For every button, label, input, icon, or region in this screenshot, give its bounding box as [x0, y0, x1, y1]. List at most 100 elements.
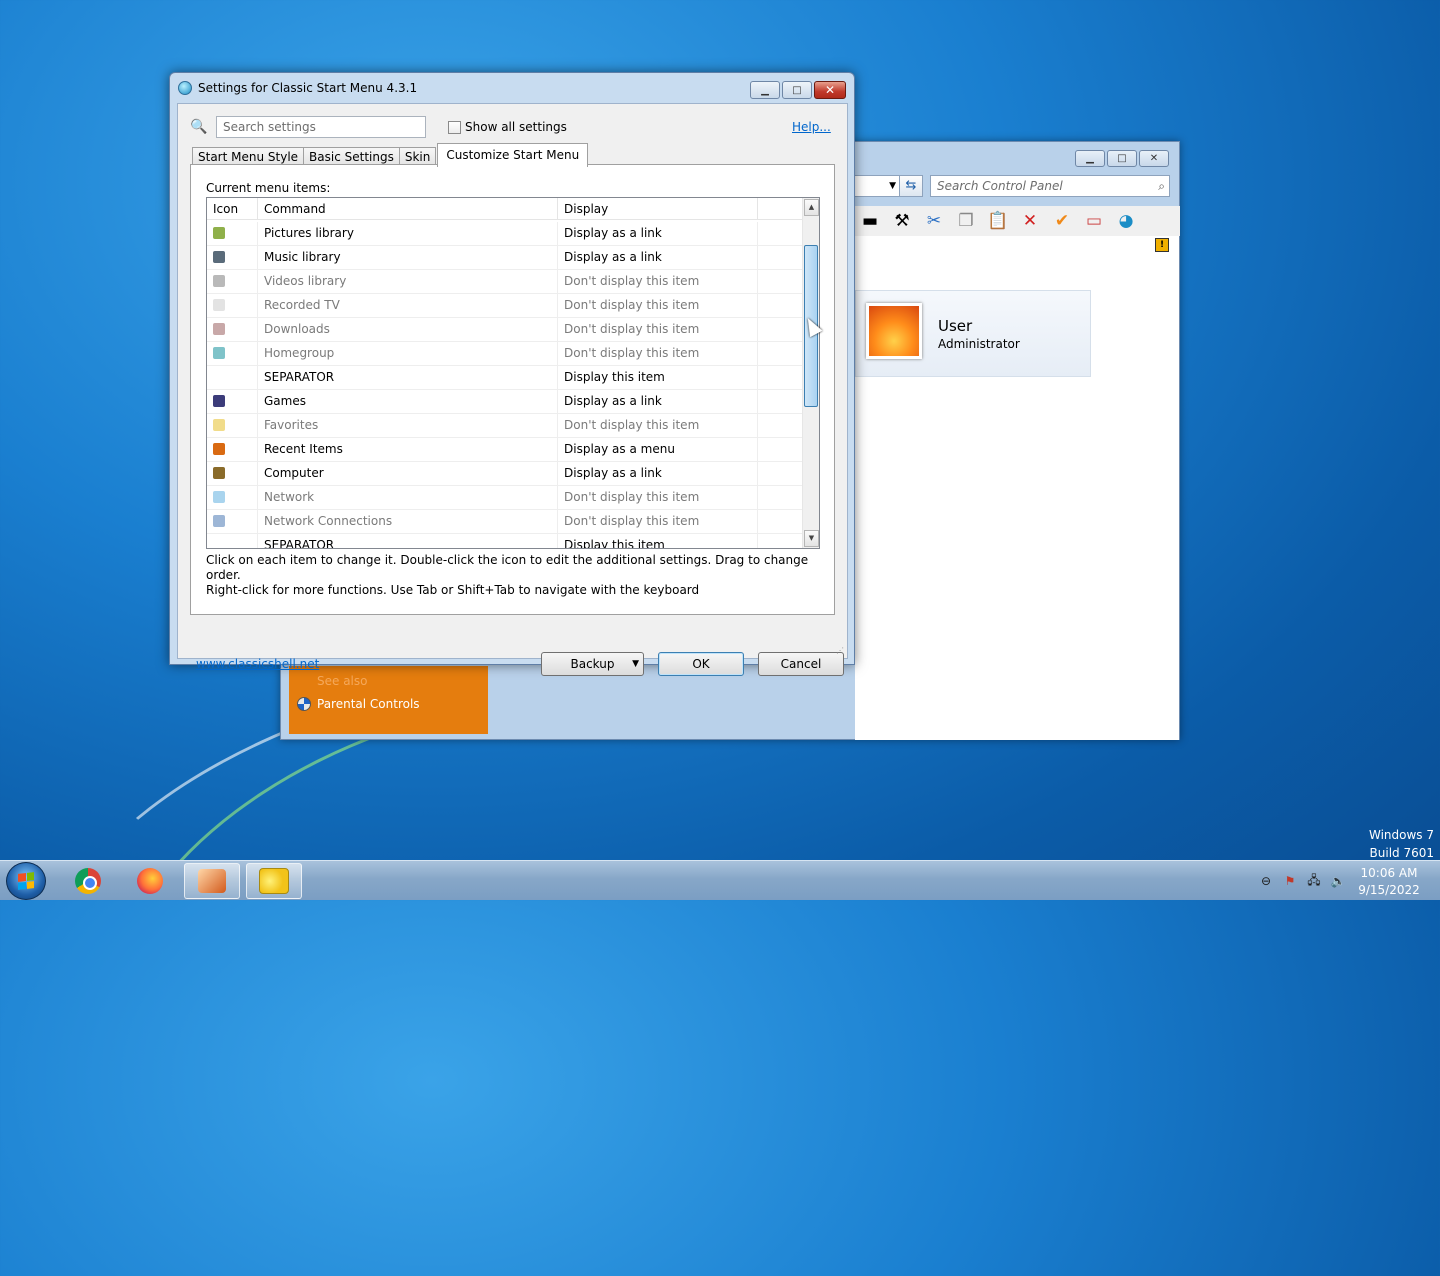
- row-command: Pictures library: [258, 222, 558, 245]
- list-item[interactable]: Downloads Don't display this item: [207, 318, 803, 342]
- cancel-button[interactable]: Cancel: [758, 652, 844, 676]
- row-icon-cell[interactable]: [207, 438, 258, 461]
- column-display[interactable]: Display: [558, 198, 758, 220]
- row-icon-cell[interactable]: [207, 222, 258, 245]
- clock-date: 9/15/2022: [1358, 883, 1420, 897]
- watermark-line-1: Windows 7: [1368, 828, 1434, 842]
- row-display: Don't display this item: [558, 318, 758, 341]
- list-item[interactable]: Homegroup Don't display this item: [207, 342, 803, 366]
- list-item[interactable]: Games Display as a link: [207, 390, 803, 414]
- cp-refresh-button[interactable]: ⇆: [899, 175, 923, 197]
- taskbar-classic-shell-settings[interactable]: [184, 863, 240, 899]
- cut-icon[interactable]: ✂: [923, 210, 945, 232]
- paste-icon[interactable]: 📋: [987, 210, 1009, 232]
- settings-dialog[interactable]: Settings for Classic Start Menu 4.3.1 ▁ …: [169, 72, 855, 676]
- copy-icon[interactable]: ❐: [955, 210, 977, 232]
- list-scrollbar[interactable]: ▲ ▼: [802, 198, 819, 548]
- cp-maximize-button[interactable]: □: [1107, 150, 1137, 167]
- clock[interactable]: 10:06 AM 9/15/2022: [1352, 865, 1426, 899]
- backup-button[interactable]: Backup ▼: [541, 652, 644, 676]
- row-icon-cell[interactable]: [207, 510, 258, 533]
- maximize-button[interactable]: □: [782, 81, 812, 99]
- list-item[interactable]: Music library Display as a link: [207, 246, 803, 270]
- row-icon-cell[interactable]: [207, 366, 258, 389]
- row-command: Computer: [258, 462, 558, 485]
- row-extra: [758, 390, 803, 413]
- row-extra: [758, 318, 803, 341]
- website-link[interactable]: www.classicshell.net: [196, 657, 319, 671]
- user-account-card[interactable]: User Administrator: [855, 290, 1091, 377]
- row-icon-cell[interactable]: [207, 270, 258, 293]
- cp-address-dropdown[interactable]: ▼: [851, 175, 901, 197]
- scroll-down-arrow[interactable]: ▼: [804, 530, 819, 547]
- windows-logo-icon: [18, 872, 34, 890]
- taskbar-firefox[interactable]: [122, 863, 178, 899]
- row-display: Display as a link: [558, 462, 758, 485]
- parental-controls-link[interactable]: Parental Controls: [297, 697, 420, 711]
- list-item[interactable]: Videos library Don't display this item: [207, 270, 803, 294]
- menu-item-icon: [213, 275, 225, 287]
- cp-minimize-button[interactable]: ▁: [1075, 150, 1105, 167]
- row-icon-cell[interactable]: [207, 534, 258, 548]
- checkbox-icon[interactable]: [448, 120, 461, 134]
- show-all-settings-checkbox[interactable]: Show all settings: [448, 120, 567, 134]
- row-icon-cell[interactable]: [207, 246, 258, 269]
- shell-icon[interactable]: ◕: [1115, 210, 1137, 232]
- classic-shell-settings-icon: [198, 869, 226, 893]
- rename-icon[interactable]: ▭: [1083, 210, 1105, 232]
- row-icon-cell[interactable]: [207, 390, 258, 413]
- list-item[interactable]: Network Don't display this item: [207, 486, 803, 510]
- column-icon[interactable]: Icon: [207, 198, 258, 220]
- minimize-button[interactable]: ▁: [750, 81, 780, 99]
- start-button[interactable]: [6, 862, 46, 900]
- list-item[interactable]: Network Connections Don't display this it…: [207, 510, 803, 534]
- dialog-title-bar[interactable]: Settings for Classic Start Menu 4.3.1: [178, 81, 417, 95]
- user-role: Administrator: [938, 337, 1020, 351]
- taskbar-chrome[interactable]: [60, 863, 116, 899]
- cp-title-buttons: ▁ □ ✕: [1075, 150, 1169, 167]
- windows-watermark: Windows 7 Build 7601: [1369, 826, 1434, 862]
- drive-icon[interactable]: ▬: [859, 210, 881, 232]
- list-item[interactable]: SEPARATOR Display this item: [207, 366, 803, 390]
- list-item[interactable]: Recorded TV Don't display this item: [207, 294, 803, 318]
- menu-items-list[interactable]: Icon Command Display Pictures library Dis…: [206, 197, 820, 549]
- menu-item-icon: [213, 419, 225, 431]
- dialog-title: Settings for Classic Start Menu 4.3.1: [198, 81, 418, 95]
- row-icon-cell[interactable]: [207, 342, 258, 365]
- user-avatar[interactable]: [866, 303, 922, 359]
- row-icon-cell[interactable]: [207, 318, 258, 341]
- scroll-up-arrow[interactable]: ▲: [804, 199, 819, 216]
- user-name: User: [938, 317, 973, 335]
- row-icon-cell[interactable]: [207, 294, 258, 317]
- show-all-label: Show all settings: [465, 120, 567, 134]
- list-item[interactable]: Computer Display as a link: [207, 462, 803, 486]
- taskbar: ⊖ ⚑ 🖧 🔈 10:06 AM 9/15/2022: [0, 860, 1440, 900]
- taskbar-control-panel[interactable]: [246, 863, 302, 899]
- resize-grip-icon[interactable]: ⋰: [836, 646, 844, 655]
- tray-status-icon[interactable]: ⊖: [1258, 874, 1274, 888]
- cp-search-input[interactable]: Search Control Panel ⌕: [930, 175, 1170, 197]
- delete-icon[interactable]: ✕: [1019, 210, 1041, 232]
- row-icon-cell[interactable]: [207, 486, 258, 509]
- list-item[interactable]: Pictures library Display as a link: [207, 222, 803, 246]
- row-icon-cell[interactable]: [207, 462, 258, 485]
- tab-customize-start-menu[interactable]: Customize Start Menu: [437, 143, 589, 167]
- column-command[interactable]: Command: [258, 198, 558, 220]
- row-display: Display as a menu: [558, 438, 758, 461]
- action-center-flag-icon[interactable]: ⚑: [1282, 874, 1298, 888]
- list-item[interactable]: SEPARATOR Display this item: [207, 534, 803, 548]
- tools-icon[interactable]: ⚒: [891, 210, 913, 232]
- ok-button[interactable]: OK: [658, 652, 744, 676]
- cp-close-button[interactable]: ✕: [1139, 150, 1169, 167]
- list-item[interactable]: Recent Items Display as a menu: [207, 438, 803, 462]
- close-button[interactable]: ✕: [814, 81, 846, 99]
- menu-item-icon: [213, 299, 225, 311]
- volume-icon[interactable]: 🔈: [1330, 874, 1346, 888]
- row-icon-cell[interactable]: [207, 414, 258, 437]
- settings-search-input[interactable]: Search settings: [216, 116, 426, 138]
- help-link[interactable]: Help...: [792, 120, 831, 134]
- list-item[interactable]: Favorites Don't display this item: [207, 414, 803, 438]
- search-icon: 🔍: [190, 119, 208, 135]
- checkmark-icon[interactable]: ✔: [1051, 210, 1073, 232]
- network-icon[interactable]: 🖧: [1306, 873, 1322, 888]
